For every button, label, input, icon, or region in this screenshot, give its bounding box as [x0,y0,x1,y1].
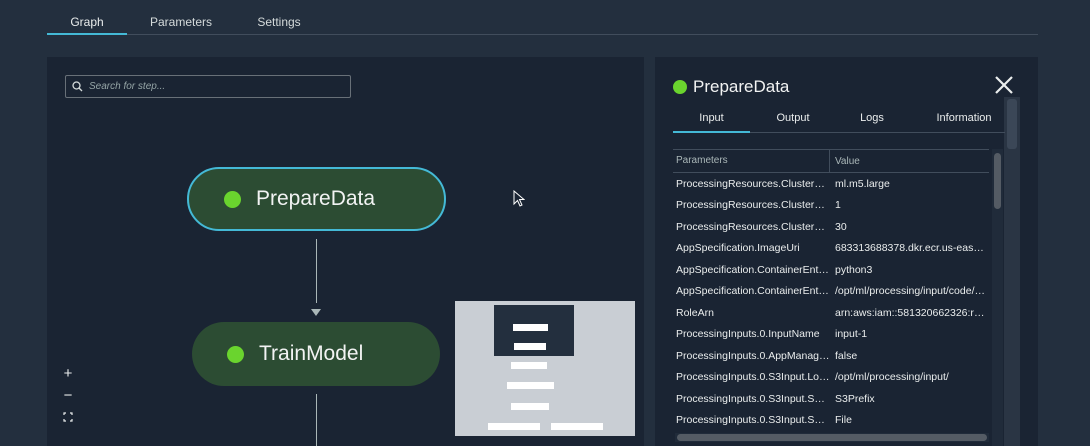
tab-parameters[interactable]: Parameters [139,15,223,35]
panel-title-text: PrepareData [693,77,790,96]
close-icon[interactable] [992,73,1016,97]
parameter-name: ProcessingInputs.0.S3Input.LocalPath [676,371,830,384]
parameter-value: 30 [835,220,847,233]
edge-line [316,239,317,303]
mouse-pointer-icon [513,190,525,207]
parameter-name: RoleArn [676,306,714,319]
parameter-name: ProcessingInputs.0.S3Input.S3DataType [676,392,830,405]
search-icon [72,81,83,92]
parameters-table: Parameters Value ProcessingResources.Clu… [673,149,989,446]
tab-logs[interactable]: Logs [839,112,905,133]
parameter-value: /opt/ml/processing/input/code/preprocess… [835,285,986,298]
table-body: ProcessingResources.ClusterConfig.Instan… [673,173,989,431]
panel-title: PrepareData [673,77,789,97]
search-input[interactable] [89,81,339,92]
status-success-icon [224,190,241,208]
node-preparedata[interactable]: PrepareData [187,167,446,231]
table-row[interactable]: RoleArn arn:aws:iam::581320662326:role [673,302,989,324]
zoom-controls: + − [57,362,79,428]
table-row[interactable]: ProcessingResources.ClusterConfig.Instan… [673,173,989,195]
parameter-value: File [835,414,852,427]
table-row[interactable]: ProcessingInputs.0.S3Input.S3DataType S3P… [673,388,989,410]
parameter-name: ProcessingResources.ClusterConfig.Instan… [676,177,830,190]
panel-tab-bar: Input Output Logs Information [673,101,1005,133]
parameter-value: ml.m5.large [835,177,890,190]
zoom-in-button[interactable]: + [57,362,79,384]
table-row[interactable]: ProcessingInputs.0.S3Input.S3InputMode Fi… [673,410,989,432]
parameter-name: AppSpecification.ContainerEntrypoint.0 [676,263,830,276]
fit-screen-icon [63,412,73,422]
minimap-viewport[interactable] [494,305,574,356]
table-scrollbar[interactable] [992,149,1003,446]
top-tab-bar: Graph Parameters Settings [47,10,1038,35]
tab-input[interactable]: Input [673,112,750,133]
minimap-node [511,403,549,410]
table-row[interactable]: AppSpecification.ContainerEntrypoint.1/o… [673,281,989,303]
column-header-value[interactable]: Value [830,156,860,167]
minimap-node [513,324,548,331]
node-trainmodel[interactable]: TrainModel [192,322,440,386]
parameter-name: ProcessingResources.ClusterConfig.Volume… [676,220,830,233]
horizontal-scrollbar-thumb[interactable] [677,434,987,441]
table-header: Parameters Value [673,149,989,173]
parameter-value: 683313688378.dkr.ecr.us-east-1.amazonaws… [835,242,986,255]
parameter-value: 1 [835,199,841,212]
table-row[interactable]: ProcessingResources.ClusterConfig.Volume… [673,216,989,238]
table-row[interactable]: ProcessingInputs.0.AppManaged false [673,345,989,367]
step-detail-panel: PrepareData Input Output Logs Informatio… [655,57,1038,446]
status-success-icon [227,345,244,363]
tab-information[interactable]: Information [923,112,1005,133]
table-row[interactable]: AppSpecification.ContainerEntrypoint.0 py… [673,259,989,281]
minimap-node [488,423,540,430]
parameter-name: ProcessingInputs.0.S3Input.S3InputMode [676,414,830,427]
node-label: TrainModel [259,342,364,365]
parameter-value: python3 [835,263,873,276]
minimap[interactable] [455,301,635,436]
tab-settings[interactable]: Settings [243,15,315,35]
table-horizontal-scrollbar[interactable] [675,433,989,442]
graph-canvas[interactable]: PrepareData TrainModel + − [47,57,644,446]
table-row[interactable]: AppSpecification.ImageUri 683313688378.dk… [673,238,989,260]
arrow-down-icon [311,309,321,316]
panel-scrollbar-thumb[interactable] [1007,99,1017,149]
parameter-value: S3Prefix [835,392,875,405]
parameter-name: ProcessingInputs.0.InputName [676,328,820,341]
tab-output[interactable]: Output [755,112,831,133]
panel-scrollbar[interactable] [1004,97,1020,446]
parameter-value: arn:aws:iam::581320662326:role [835,306,986,319]
parameter-value: input-1 [835,328,868,341]
parameter-name: ProcessingResources.ClusterConfig.Instan… [676,199,830,212]
zoom-out-button[interactable]: − [57,384,79,406]
node-label: PrepareData [256,187,376,210]
minimap-node [514,343,546,350]
minimap-node [551,423,603,430]
fit-screen-button[interactable] [57,406,79,428]
table-row[interactable]: ProcessingInputs.0.S3Input.LocalPath/opt… [673,367,989,389]
status-success-icon [673,80,687,94]
tab-graph[interactable]: Graph [47,15,127,35]
step-search[interactable] [65,75,351,98]
parameter-name: ProcessingInputs.0.AppManaged [676,349,830,362]
table-row[interactable]: ProcessingInputs.0.InputName input-1 [673,324,989,346]
column-header-parameters[interactable]: Parameters [673,150,830,172]
parameter-name: AppSpecification.ImageUri [676,242,800,255]
table-row[interactable]: ProcessingResources.ClusterConfig.Instan… [673,195,989,217]
table-scrollbar-thumb[interactable] [994,153,1001,209]
edge-line [316,394,317,446]
parameter-name: AppSpecification.ContainerEntrypoint.1 [676,285,830,298]
parameter-value: /opt/ml/processing/input/ [835,371,949,384]
parameter-value: false [835,349,858,362]
minimap-node [511,362,547,369]
minimap-node [507,382,554,389]
